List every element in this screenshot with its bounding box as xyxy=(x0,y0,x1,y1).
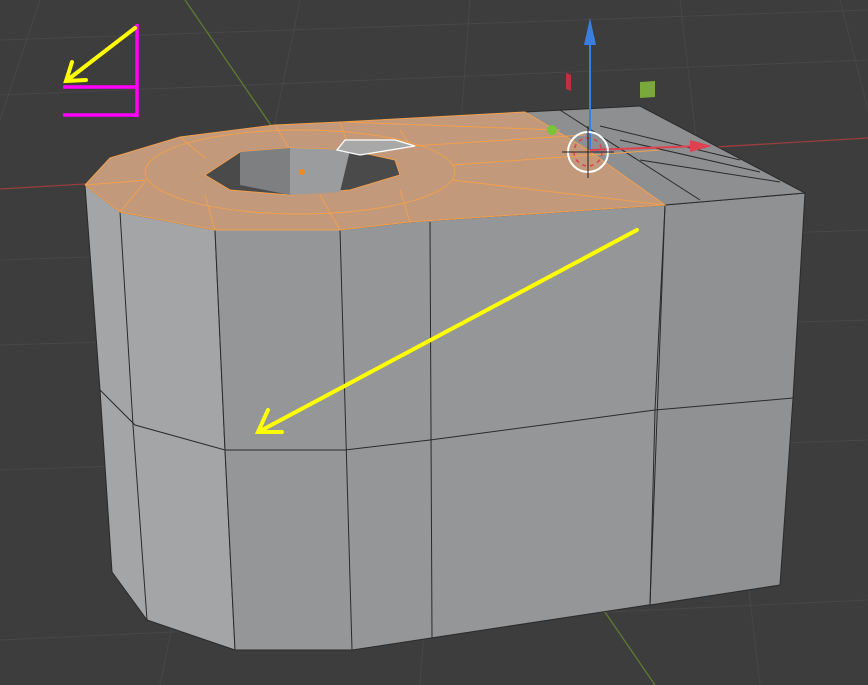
origin-point xyxy=(299,169,305,175)
viewport-canvas[interactable] xyxy=(0,0,868,685)
left-rounded-face xyxy=(84,183,236,651)
3d-viewport[interactable] xyxy=(0,0,868,685)
bracket-marker-icon xyxy=(63,24,139,117)
